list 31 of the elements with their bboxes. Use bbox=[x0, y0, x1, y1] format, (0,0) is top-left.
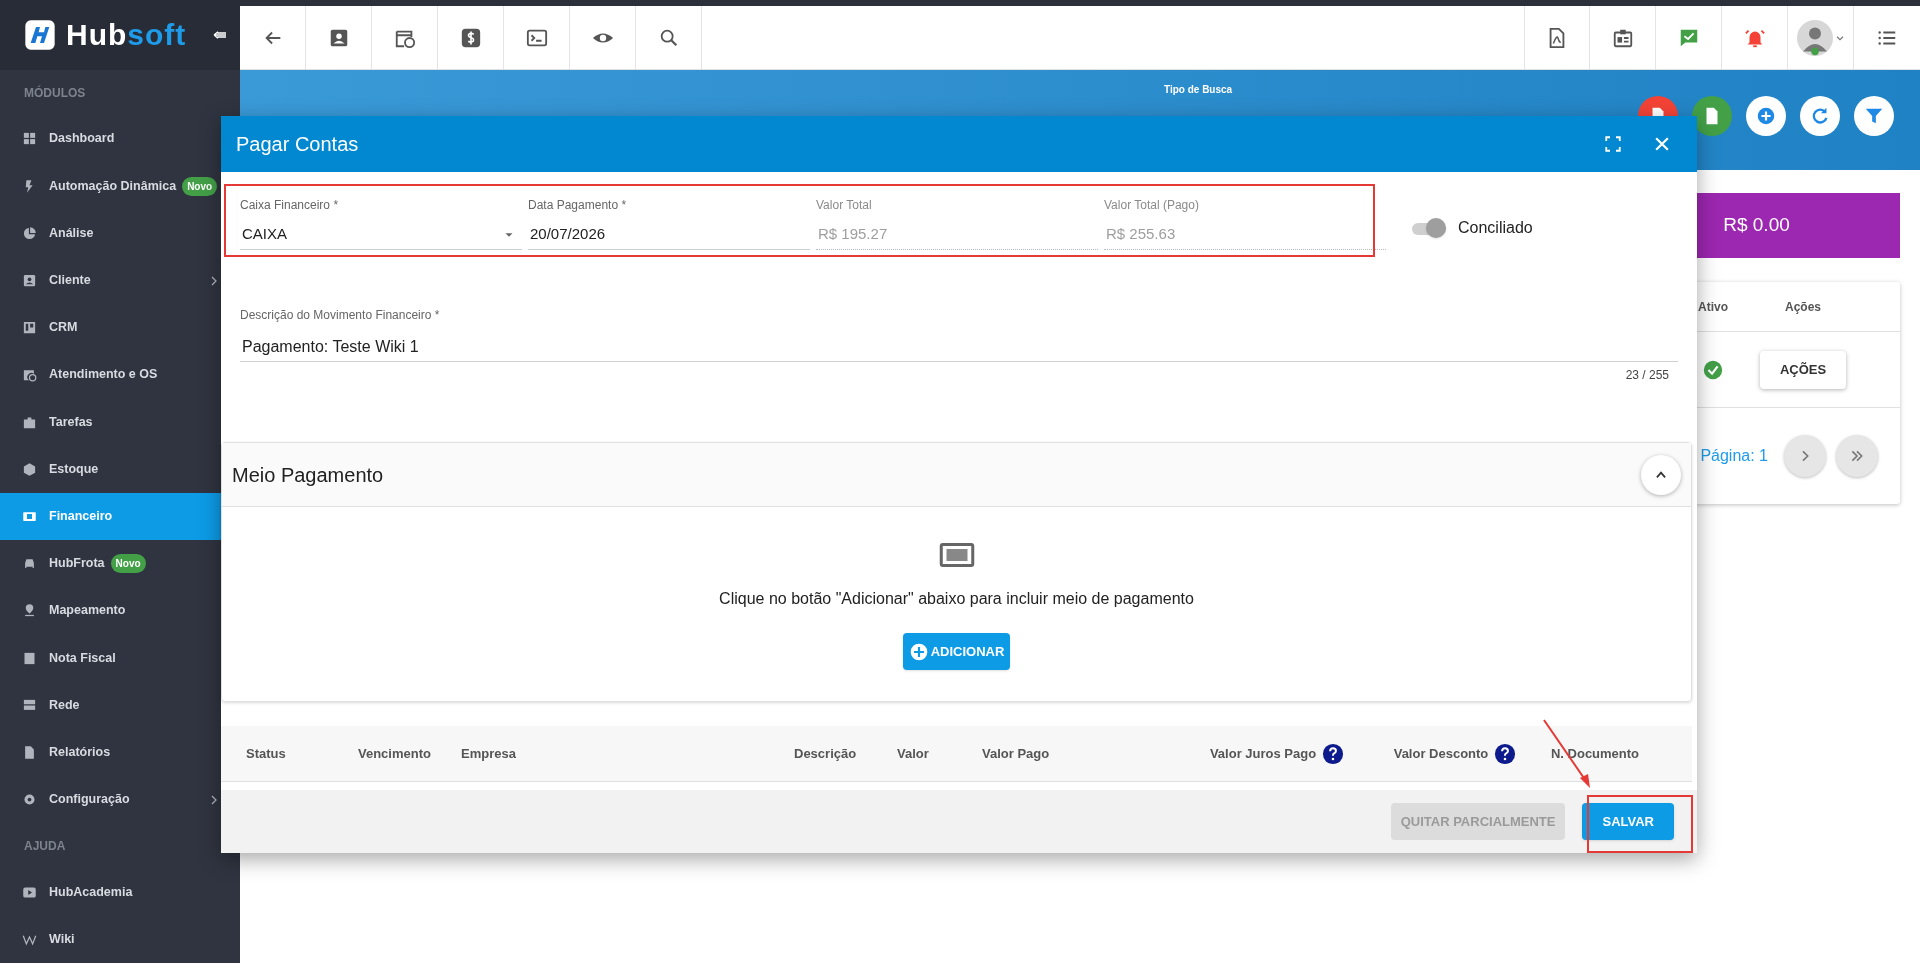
column-header: N. Documento bbox=[1550, 744, 1640, 763]
input-field: R$ 195.27 bbox=[816, 220, 1098, 250]
field-label: Caixa Financeiro * bbox=[240, 197, 340, 214]
dialog-title: Pagar Contas bbox=[236, 132, 359, 157]
character-counter: 23 / 255 bbox=[1625, 367, 1669, 384]
column-header: Descrição bbox=[794, 744, 857, 763]
field-label: Valor Total bbox=[816, 197, 873, 214]
field-label: Valor Total (Pago) bbox=[1104, 197, 1200, 214]
new-badge: Novo bbox=[110, 554, 146, 574]
column-header: Valor Pago bbox=[982, 744, 1050, 763]
section-title: AJUDA bbox=[23, 837, 67, 855]
column-header: Valor bbox=[897, 744, 929, 763]
empty-message: Clique no botão "Adicionar" abaixo para incluir meio de pagamento bbox=[719, 589, 1194, 609]
page-indicator: Página: 1 bbox=[1700, 446, 1768, 466]
field-label: Data Pagamento * bbox=[528, 197, 628, 214]
column-header: Vencimento bbox=[358, 744, 431, 763]
panel-title: Meio Pagamento bbox=[232, 462, 384, 488]
toggle-label: Conciliado bbox=[1458, 218, 1533, 238]
column-header: Empresa bbox=[461, 744, 516, 763]
column-header: Status bbox=[246, 744, 286, 763]
column-header: Valor Desconto bbox=[1393, 744, 1489, 763]
new-badge: Novo bbox=[182, 176, 218, 196]
column-header: Ações bbox=[1784, 298, 1822, 316]
column-header: Ativo bbox=[1697, 298, 1729, 316]
input-field: R$ 255.63 bbox=[1104, 220, 1386, 250]
section-title: MÓDULOS bbox=[23, 84, 87, 102]
brand-name: Hubsoft bbox=[66, 20, 187, 50]
field-label: Descrição do Movimento Financeiro * bbox=[240, 307, 441, 324]
total-amount: R$ 0.00 bbox=[1723, 213, 1790, 238]
column-header: Valor Juros Pago bbox=[1209, 744, 1317, 763]
search-type-label: Tipo de Busca bbox=[1164, 83, 1233, 97]
